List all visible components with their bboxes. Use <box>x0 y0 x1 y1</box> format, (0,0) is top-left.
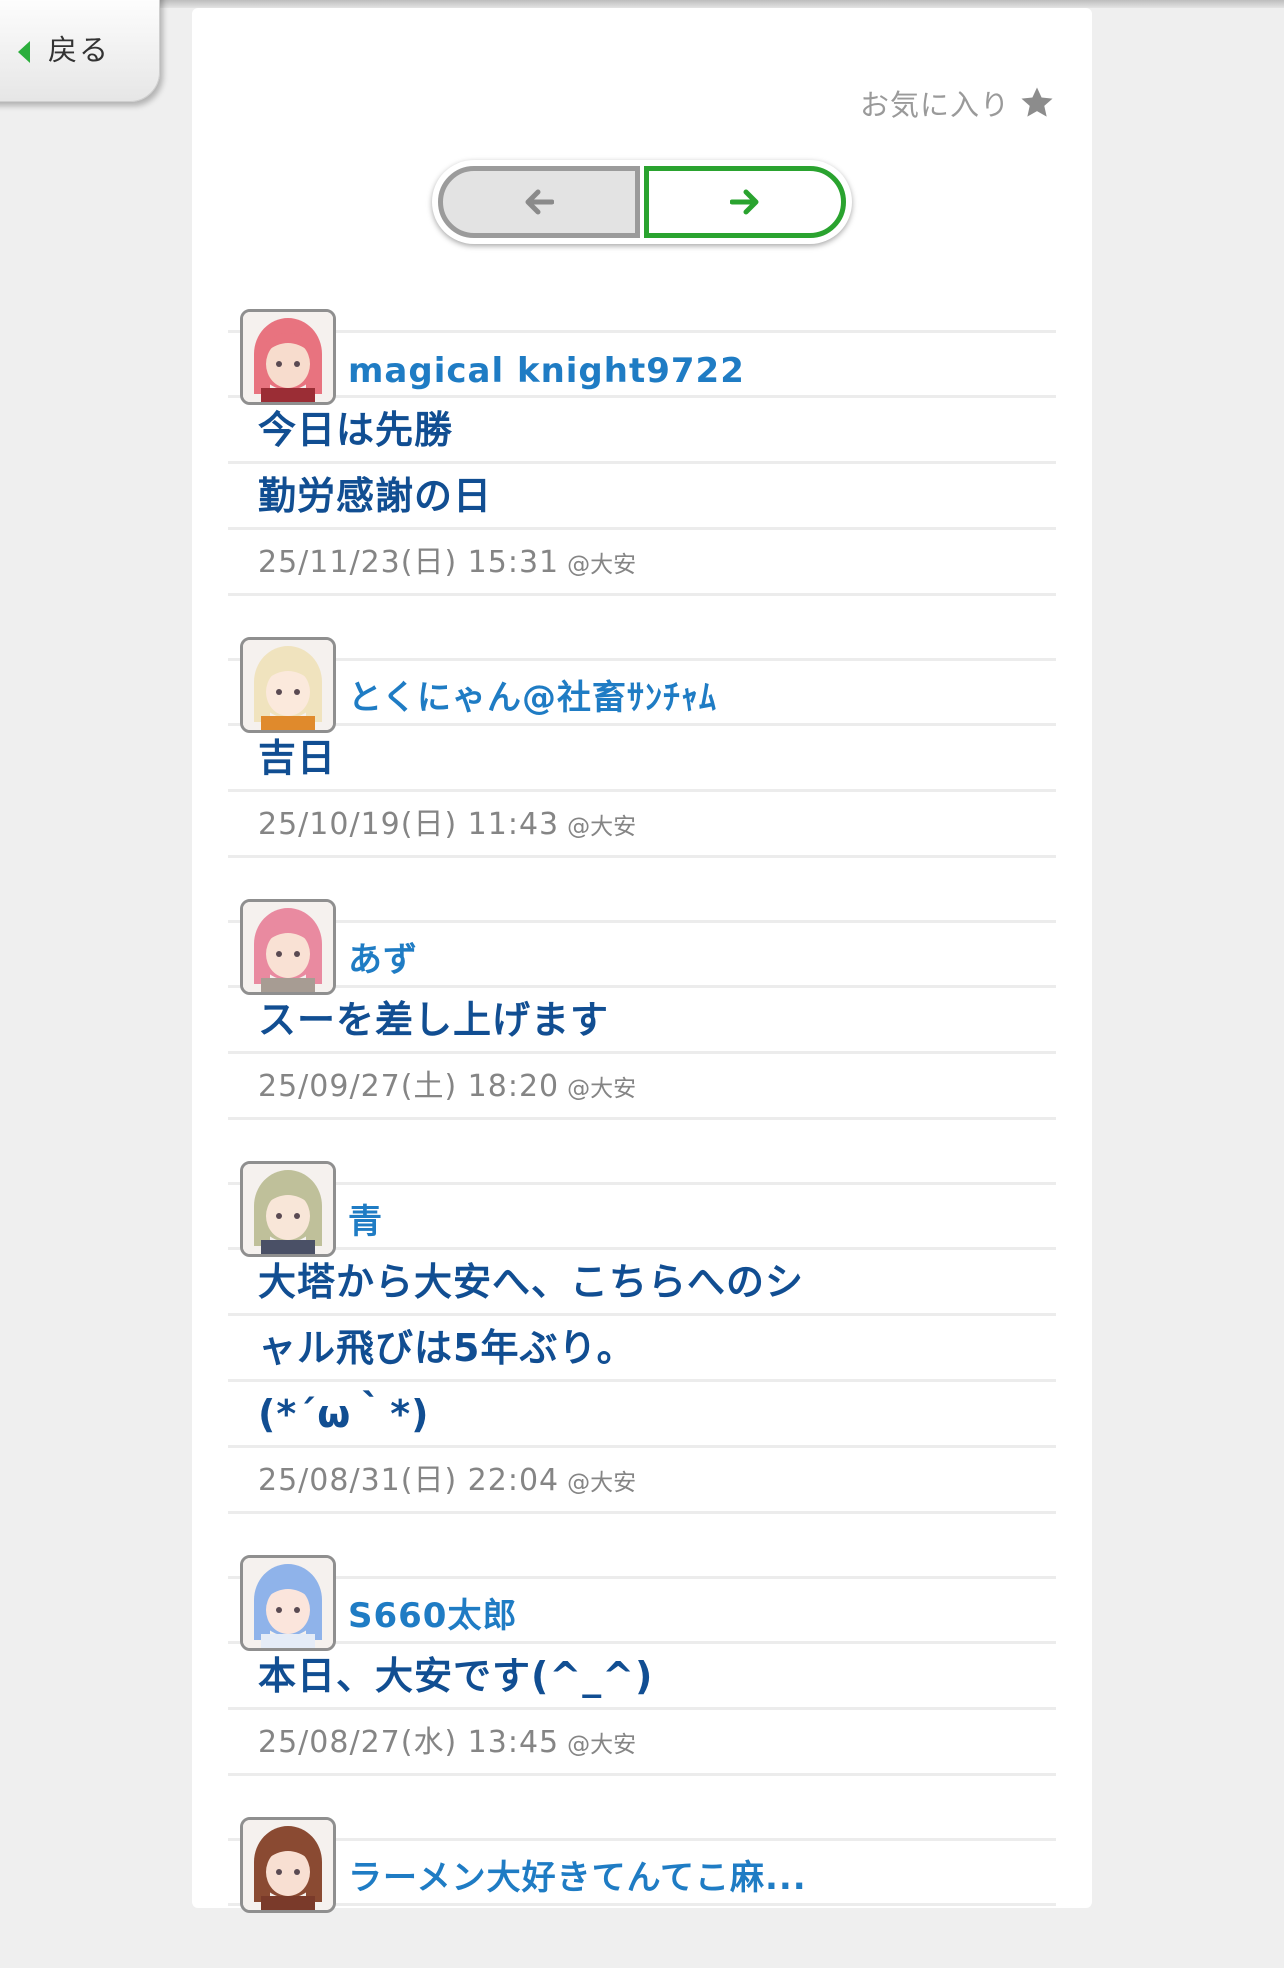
arrow-left-icon <box>525 189 554 215</box>
post-meta: 25/08/27(水) 13:45 @大安 <box>228 1710 1056 1776</box>
back-arrow-icon <box>18 41 30 63</box>
post-header: S660太郎 <box>228 1555 1056 1651</box>
top-divider <box>0 0 1284 8</box>
pager <box>432 160 852 244</box>
post-meta: 25/11/23(日) 15:31 @大安 <box>228 530 1056 596</box>
post-date: 25/11/23(日) 15:31 <box>258 545 560 580</box>
prev-page-button[interactable] <box>438 166 640 238</box>
post-spacer <box>228 1906 1056 1968</box>
post-header: magical knight9722 <box>228 309 1056 405</box>
post-username[interactable]: あず <box>348 932 418 981</box>
favorite-label: お気に入り <box>859 88 1010 122</box>
avatar[interactable] <box>240 1817 336 1913</box>
post-location: @大安 <box>567 1470 637 1496</box>
post-spacer <box>228 1776 1056 1838</box>
post-text-line: ャル飛びは5年ぶり。 <box>228 1316 1056 1382</box>
post-header: 青 <box>228 1161 1056 1257</box>
post-text-line: 勤労感謝の日 <box>228 464 1056 530</box>
post-meta: 25/09/27(土) 18:20 @大安 <box>228 1054 1056 1120</box>
post-feed: magical knight9722 今日は先勝 勤労感謝の日 25/11/23(日)… <box>228 309 1056 1968</box>
arrow-right-icon <box>730 189 759 215</box>
post-date: 25/08/31(日) 22:04 <box>258 1463 560 1498</box>
avatar[interactable] <box>240 309 336 405</box>
post-text-line: 大塔から大安へ、こちらへのシ <box>228 1250 1056 1316</box>
post-username[interactable]: magical knight9722 <box>348 351 745 391</box>
post-location: @大安 <box>567 1732 637 1758</box>
post-spacer <box>228 858 1056 920</box>
post-text-line: スーを差し上げます <box>228 988 1056 1054</box>
post-date: 25/09/27(土) 18:20 <box>258 1069 560 1104</box>
avatar[interactable] <box>240 899 336 995</box>
post-location: @大安 <box>567 1076 637 1102</box>
next-page-button[interactable] <box>644 166 846 238</box>
favorite-button[interactable]: お気に入り <box>860 82 1056 124</box>
post-date: 25/10/19(日) 11:43 <box>258 807 560 842</box>
avatar[interactable] <box>240 1161 336 1257</box>
back-button-label: 戻る <box>48 33 111 67</box>
post-header: ラーメン大好きてんてこ麻... <box>228 1817 1056 1913</box>
avatar[interactable] <box>240 1555 336 1651</box>
post-username[interactable]: とくにゃん@社畜ｻﾝﾁｬﾑ <box>348 670 717 719</box>
post-item: S660太郎本日、大安です(^_^) 25/08/27(水) 13:45 @大安 <box>228 1555 1056 1838</box>
post-location: @大安 <box>567 552 637 578</box>
post-text-line: 今日は先勝 <box>228 398 1056 464</box>
star-icon <box>1021 87 1053 117</box>
post-item: ラーメン大好きてんてこ麻... <box>228 1817 1056 1968</box>
post-meta: 25/10/19(日) 11:43 @大安 <box>228 792 1056 858</box>
post-text-line: 吉日 <box>228 726 1056 792</box>
post-item: とくにゃん@社畜ｻﾝﾁｬﾑ 吉日 25/10/19(日) 11:43 @大安 <box>228 637 1056 920</box>
post-date: 25/08/27(水) 13:45 <box>258 1725 560 1760</box>
post-item: magical knight9722 今日は先勝 勤労感謝の日 25/11/23(日)… <box>228 309 1056 658</box>
post-spacer <box>228 1120 1056 1182</box>
post-meta: 25/08/31(日) 22:04 @大安 <box>228 1448 1056 1514</box>
avatar[interactable] <box>240 637 336 733</box>
post-text-line: 本日、大安です(^_^) <box>228 1644 1056 1710</box>
post-spacer <box>228 1514 1056 1576</box>
post-item: あずスーを差し上げます 25/09/27(土) 18:20 @大安 <box>228 899 1056 1182</box>
post-item: 青大塔から大安へ、こちらへのシ ャル飛びは5年ぶり。 (*´ω｀*) 25/08/31… <box>228 1161 1056 1576</box>
post-text-line: (*´ω｀*) <box>228 1382 1056 1448</box>
back-button[interactable]: 戻る <box>0 0 160 102</box>
content-card: お気に入り magical knight9722 今日は先勝 勤労感謝の日 25/11… <box>192 8 1092 1913</box>
post-header: とくにゃん@社畜ｻﾝﾁｬﾑ <box>228 637 1056 733</box>
post-username[interactable]: S660太郎 <box>348 1588 517 1637</box>
post-username[interactable]: 青 <box>348 1194 383 1243</box>
post-spacer <box>228 596 1056 658</box>
post-header: あず <box>228 899 1056 995</box>
post-location: @大安 <box>567 814 637 840</box>
